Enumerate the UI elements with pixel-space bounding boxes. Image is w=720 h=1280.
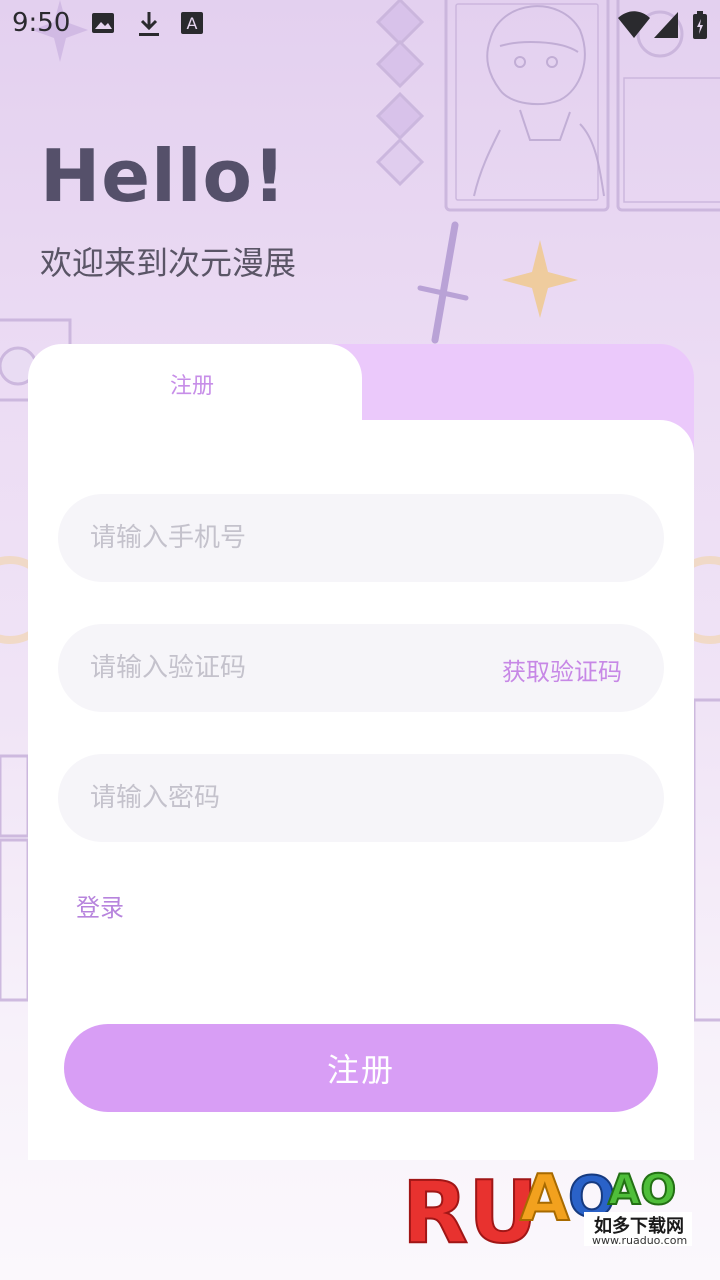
download-icon xyxy=(139,12,159,36)
watermark-url: www.ruaduo.com xyxy=(592,1234,688,1247)
battery-icon xyxy=(693,11,707,39)
phone-input[interactable] xyxy=(90,494,490,582)
phone-field[interactable] xyxy=(58,494,664,582)
svg-text:A: A xyxy=(187,14,198,33)
get-code-button[interactable]: 获取验证码 xyxy=(502,652,622,687)
status-time: 9:50 xyxy=(12,8,71,38)
ruaduo-watermark-logo: RU A O AO xyxy=(401,1161,692,1264)
welcome-text: 欢迎来到次元漫展 xyxy=(40,244,297,282)
password-input[interactable] xyxy=(90,754,490,842)
status-bar: 9:50 A xyxy=(0,0,720,50)
code-field[interactable]: 获取验证码 xyxy=(58,624,664,712)
password-field[interactable] xyxy=(58,754,664,842)
svg-text:A: A xyxy=(520,1162,570,1236)
signal-icon xyxy=(654,12,678,38)
svg-text:AO: AO xyxy=(608,1165,676,1214)
font-icon: A xyxy=(181,12,203,34)
login-link[interactable]: 登录 xyxy=(76,888,124,923)
greeting-heading: Hello! xyxy=(40,134,287,218)
tab-register-label[interactable]: 注册 xyxy=(170,368,214,400)
wifi-icon xyxy=(618,11,650,38)
svg-text:RU: RU xyxy=(402,1163,538,1263)
code-input[interactable] xyxy=(90,624,490,712)
register-button[interactable]: 注册 xyxy=(64,1024,658,1112)
image-icon xyxy=(92,13,114,33)
